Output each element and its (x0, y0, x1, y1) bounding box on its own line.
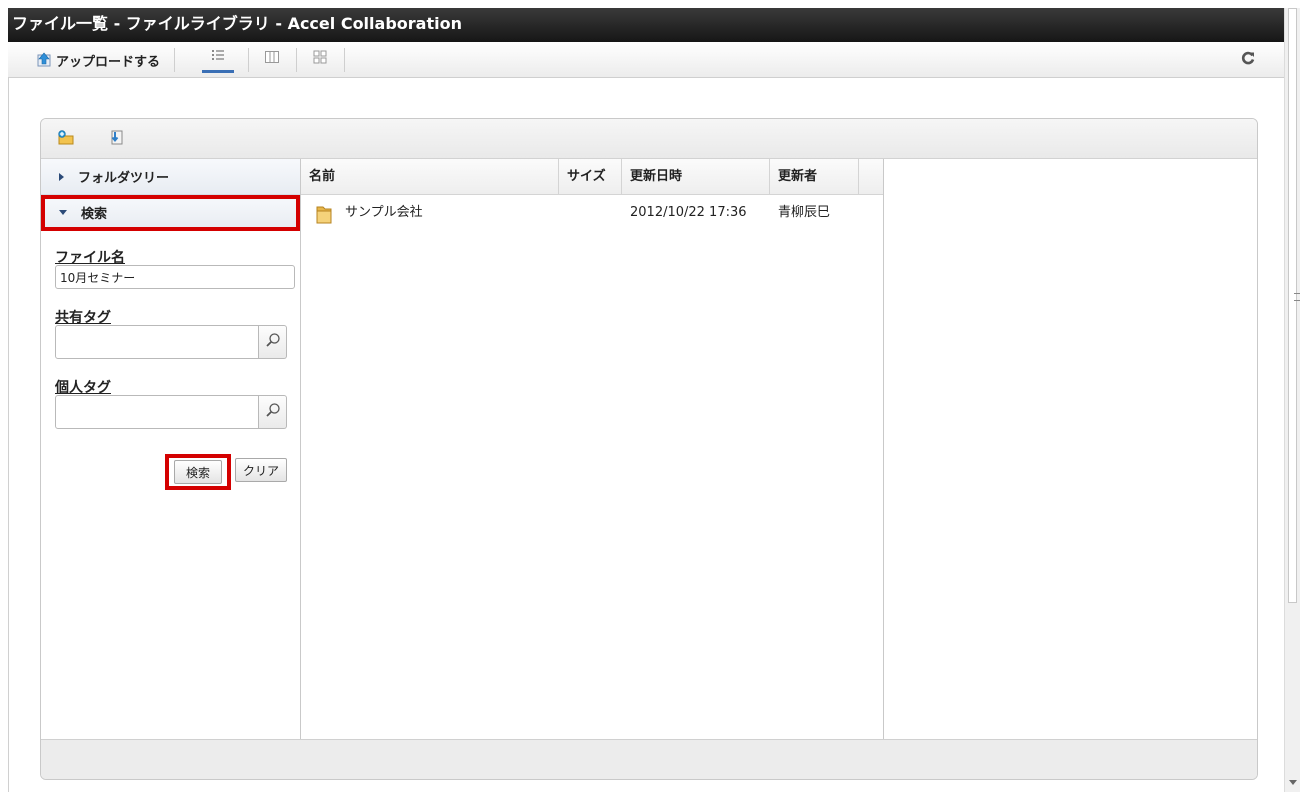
column-header-updated[interactable]: 更新日時 (622, 159, 770, 194)
folder-tree-toggle[interactable]: フォルダツリー (41, 159, 300, 195)
column-view-icon (264, 49, 280, 69)
file-list: 名前 サイズ 更新日時 更新者 サンプル会社 2012/10/22 17:36 … (301, 159, 884, 741)
file-updater: 青柳辰巳 (778, 205, 831, 220)
toolbar-divider (248, 48, 249, 72)
toolbar: アップロードする (8, 42, 1284, 78)
file-list-header: 名前 サイズ 更新日時 更新者 (301, 159, 883, 195)
panel-footer (41, 739, 1257, 779)
download-icon[interactable] (107, 129, 125, 147)
thumbnail-view-icon (312, 49, 328, 69)
refresh-icon (1240, 50, 1256, 70)
search-section-label: 検索 (81, 207, 108, 222)
panel-header (41, 119, 1257, 159)
list-view-button[interactable] (202, 45, 234, 73)
upload-label: アップロードする (56, 54, 161, 70)
table-row[interactable]: サンプル会社 2012/10/22 17:36 青柳辰巳 (301, 195, 883, 231)
filename-input[interactable] (55, 265, 295, 289)
shared-tag-input[interactable] (55, 325, 259, 359)
vertical-scrollbar[interactable] (1284, 8, 1300, 792)
toolbar-divider (344, 48, 345, 72)
search-button[interactable]: 検索 (174, 460, 222, 484)
sidebar: フォルダツリー 検索 ファイル名 共有タグ 個人タグ 検索 クリア (41, 159, 301, 741)
list-view-icon (210, 48, 226, 68)
personal-tag-search-button[interactable] (259, 395, 287, 429)
column-view-button[interactable] (256, 45, 288, 73)
new-folder-icon[interactable] (57, 129, 75, 147)
filename-label: ファイル名 (55, 250, 125, 266)
upload-icon (36, 52, 52, 68)
thumbnail-view-button[interactable] (304, 45, 336, 73)
scroll-down-icon[interactable] (1289, 780, 1297, 785)
folder-icon (315, 203, 333, 225)
search-icon (265, 332, 281, 352)
clear-button[interactable]: クリア (235, 458, 287, 482)
column-header-updater[interactable]: 更新者 (770, 159, 859, 194)
search-section-toggle[interactable]: 検索 (41, 195, 300, 231)
file-library-panel: フォルダツリー 検索 ファイル名 共有タグ 個人タグ 検索 クリア 名前 (40, 118, 1258, 780)
refresh-button[interactable] (1238, 50, 1258, 70)
personal-tag-label: 個人タグ (55, 380, 111, 396)
scrollbar-thumb[interactable] (1288, 8, 1300, 603)
file-name[interactable]: サンプル会社 (345, 195, 423, 231)
upload-button[interactable]: アップロードする (36, 48, 176, 72)
shared-tag-search-button[interactable] (259, 325, 287, 359)
shared-tag-label: 共有タグ (55, 310, 111, 326)
folder-tree-label: フォルダツリー (78, 171, 170, 186)
file-updated: 2012/10/22 17:36 (630, 205, 747, 220)
chevron-down-icon (59, 210, 67, 215)
chevron-right-icon (59, 172, 64, 181)
column-header-size[interactable]: サイズ (559, 159, 622, 194)
detail-pane (884, 159, 1257, 741)
search-icon (265, 402, 281, 422)
window-title: ファイル一覧 - ファイルライブラリ - Accel Collaboration (8, 8, 1284, 42)
window-left-border (8, 78, 9, 792)
toolbar-divider (296, 48, 297, 72)
personal-tag-input[interactable] (55, 395, 259, 429)
column-header-name[interactable]: 名前 (301, 159, 559, 194)
